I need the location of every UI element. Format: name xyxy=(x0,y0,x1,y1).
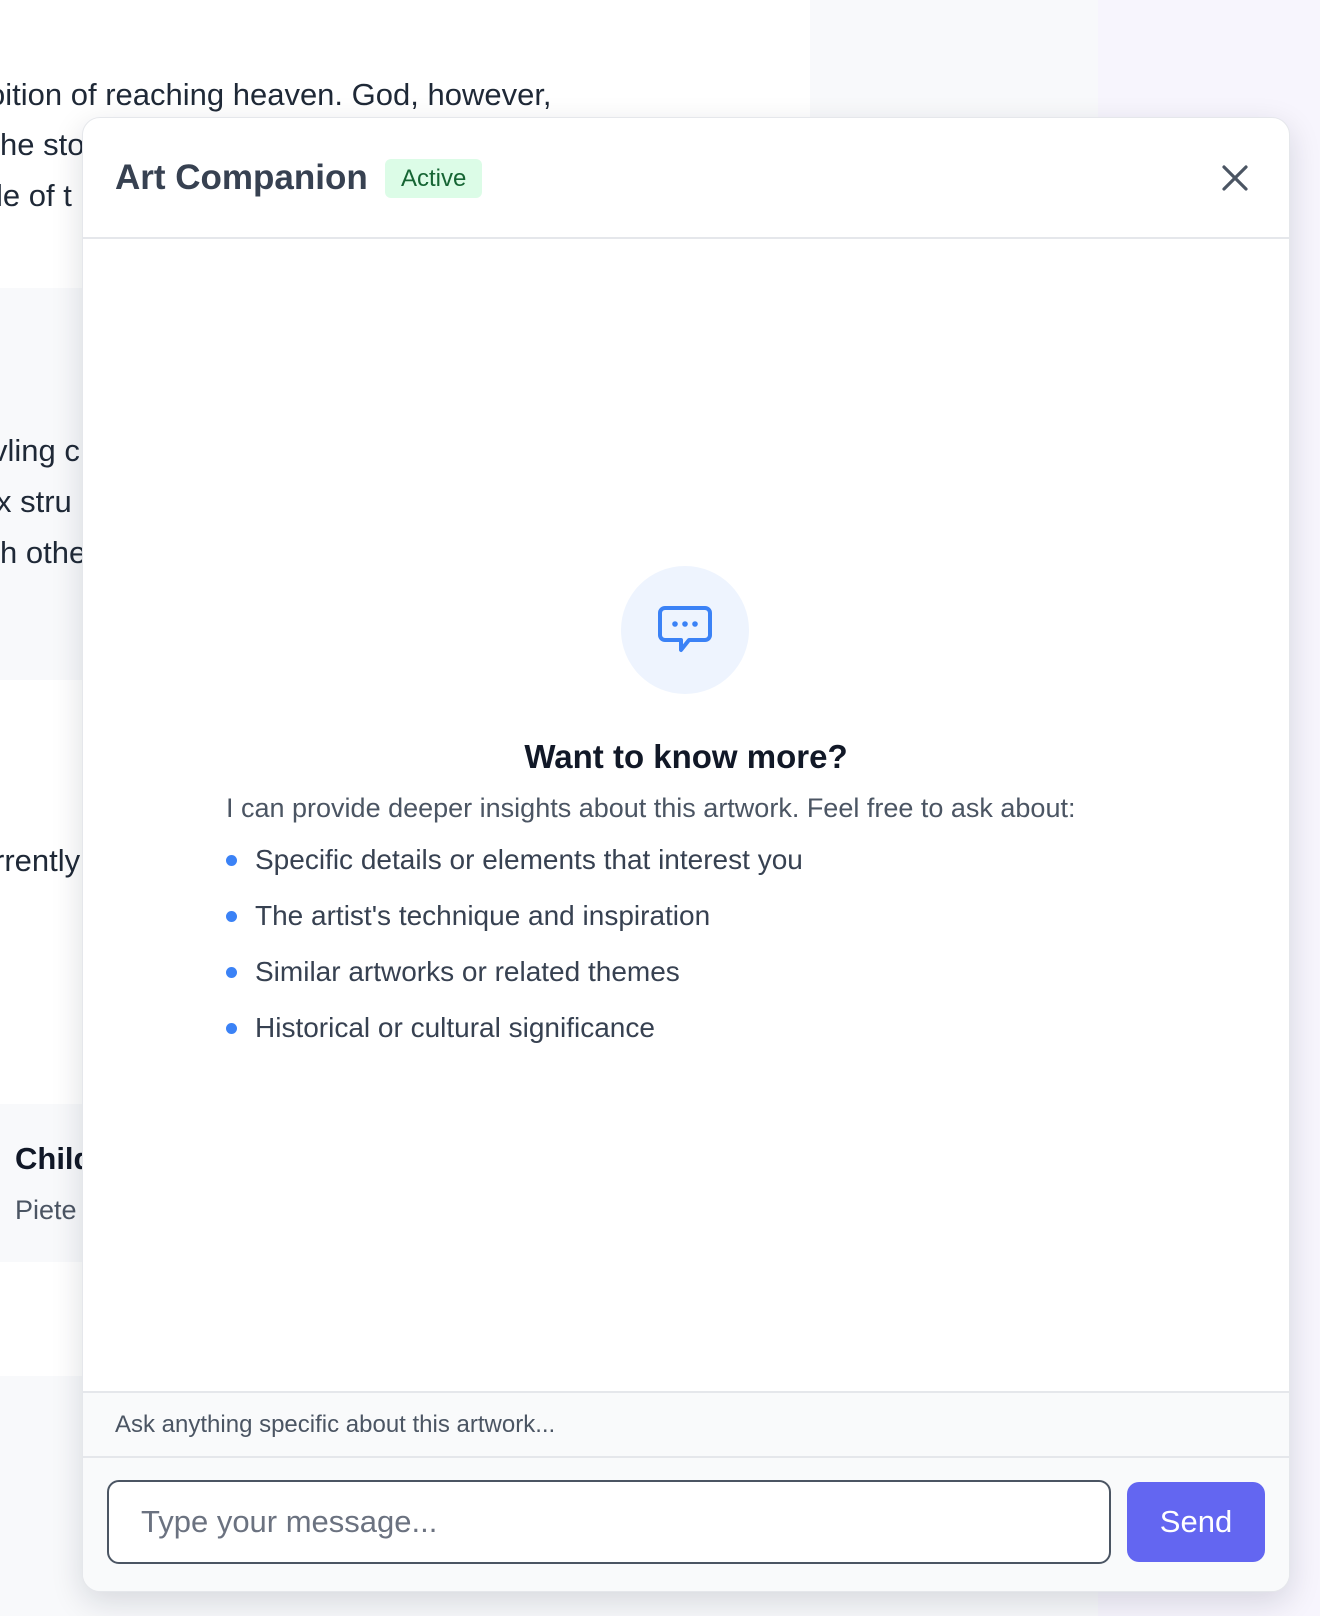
artwork-description-line: he sto xyxy=(0,127,85,162)
chat-bubble-icon xyxy=(658,606,712,652)
artwork-description-line: le of t xyxy=(0,178,72,213)
suggestion-list: Specific details or elements that intere… xyxy=(226,832,803,1056)
suggestion-text: Similar artworks or related themes xyxy=(255,956,680,987)
suggestion-item: The artist's technique and inspiration xyxy=(226,888,803,944)
related-artwork-artist: Piete xyxy=(15,1195,77,1225)
info-section-line: vling c xyxy=(0,433,80,468)
message-input[interactable] xyxy=(107,1480,1111,1564)
suggestion-text: Specific details or elements that intere… xyxy=(255,844,803,875)
status-badge: Active xyxy=(385,159,483,198)
empty-state-heading: Want to know more? xyxy=(524,738,848,775)
chat-panel: Art Companion Active Want to know more? … xyxy=(82,117,1290,1592)
bullet-dot-icon xyxy=(226,911,237,922)
suggestion-text: Historical or cultural significance xyxy=(255,1012,655,1043)
info-section-line: x stru xyxy=(0,484,72,519)
chat-header: Art Companion Active xyxy=(83,118,1289,239)
bullet-dot-icon xyxy=(226,855,237,866)
message-composer: Send xyxy=(83,1458,1289,1591)
hint-text: Ask anything specific about this artwork… xyxy=(115,1411,556,1438)
info-section-line: h othe xyxy=(0,535,87,570)
related-artwork-title: Child xyxy=(15,1141,93,1176)
close-icon xyxy=(1222,165,1248,191)
location-text: rrently xyxy=(0,843,81,878)
suggestion-item: Historical or cultural significance xyxy=(226,1000,803,1056)
close-button[interactable] xyxy=(1213,156,1257,200)
suggestion-item: Specific details or elements that intere… xyxy=(226,832,803,888)
hint-bar: Ask anything specific about this artwork… xyxy=(83,1391,1289,1458)
bullet-dot-icon xyxy=(226,1023,237,1034)
chat-bubble-icon-badge xyxy=(621,566,749,694)
bullet-dot-icon xyxy=(226,967,237,978)
empty-state-intro: I can provide deeper insights about this… xyxy=(226,793,1076,823)
chat-title: Art Companion xyxy=(115,158,368,197)
artwork-description-line: oition of reaching heaven. God, however, xyxy=(0,77,552,112)
send-button[interactable]: Send xyxy=(1127,1482,1265,1562)
suggestion-item: Similar artworks or related themes xyxy=(226,944,803,1000)
suggestion-text: The artist's technique and inspiration xyxy=(255,900,711,931)
